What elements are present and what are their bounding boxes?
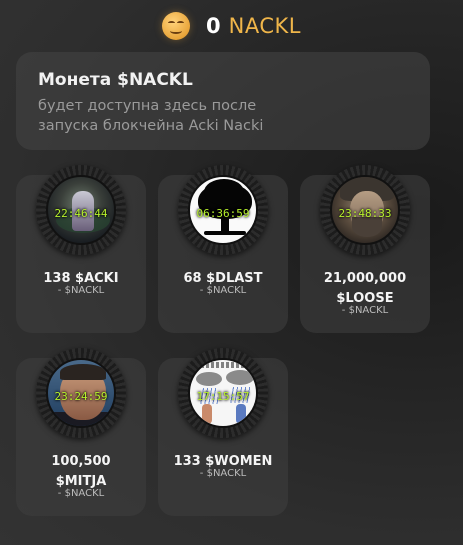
token-card-women[interactable]: 17:15:57 133 $WOMEN - $NACKL [158,348,288,516]
notice-body: будет доступна здесь после запуска блокч… [38,98,264,134]
token-timer: 23:24:59 [54,390,108,403]
token-timer: 22:46:44 [54,207,108,220]
token-coin: 23:48:33 [320,165,410,255]
nackl-notice-card: Монета $NACKL будет доступна здесь после… [16,52,430,150]
balance-value: 0 [206,14,221,38]
token-timer: 23:48:33 [338,207,392,220]
balance-currency: NACKL [228,14,301,38]
token-coin: 23:24:59 [36,348,126,438]
token-card-loose[interactable]: 23:48:33 21,000,000 $LOOSE - $NACKL [300,165,430,333]
token-amount-line: 100,500 [51,454,111,469]
token-coin: 17:15:57 [178,348,268,438]
balance-header: 0 NACKL [0,9,463,43]
token-coin: 06:36:59 [178,165,268,255]
token-card-acki[interactable]: 22:46:44 138 $ACKI - $NACKL [16,165,146,333]
token-coin: 22:46:44 [36,165,126,255]
token-amount-line: 21,000,000 [323,271,407,286]
notice-title: Монета $NACKL [38,70,193,90]
token-nackl-value: - $NACKL [199,285,247,296]
token-timer: 17:15:57 [196,390,250,403]
token-amount: 21,000,000 $LOOSE [300,269,430,309]
token-card-mitja[interactable]: 23:24:59 100,500 $MITJA - $NACKL [16,348,146,516]
token-nackl-value: - $NACKL [341,305,389,316]
token-timer: 06:36:59 [196,207,250,220]
token-nackl-value: - $NACKL [57,488,105,499]
token-nackl-value: - $NACKL [57,285,105,296]
token-card-dlast[interactable]: 06:36:59 68 $DLAST - $NACKL [158,165,288,333]
token-amount: 100,500 $MITJA [16,452,146,492]
smiling-face-icon [162,12,191,40]
token-nackl-value: - $NACKL [199,468,247,479]
